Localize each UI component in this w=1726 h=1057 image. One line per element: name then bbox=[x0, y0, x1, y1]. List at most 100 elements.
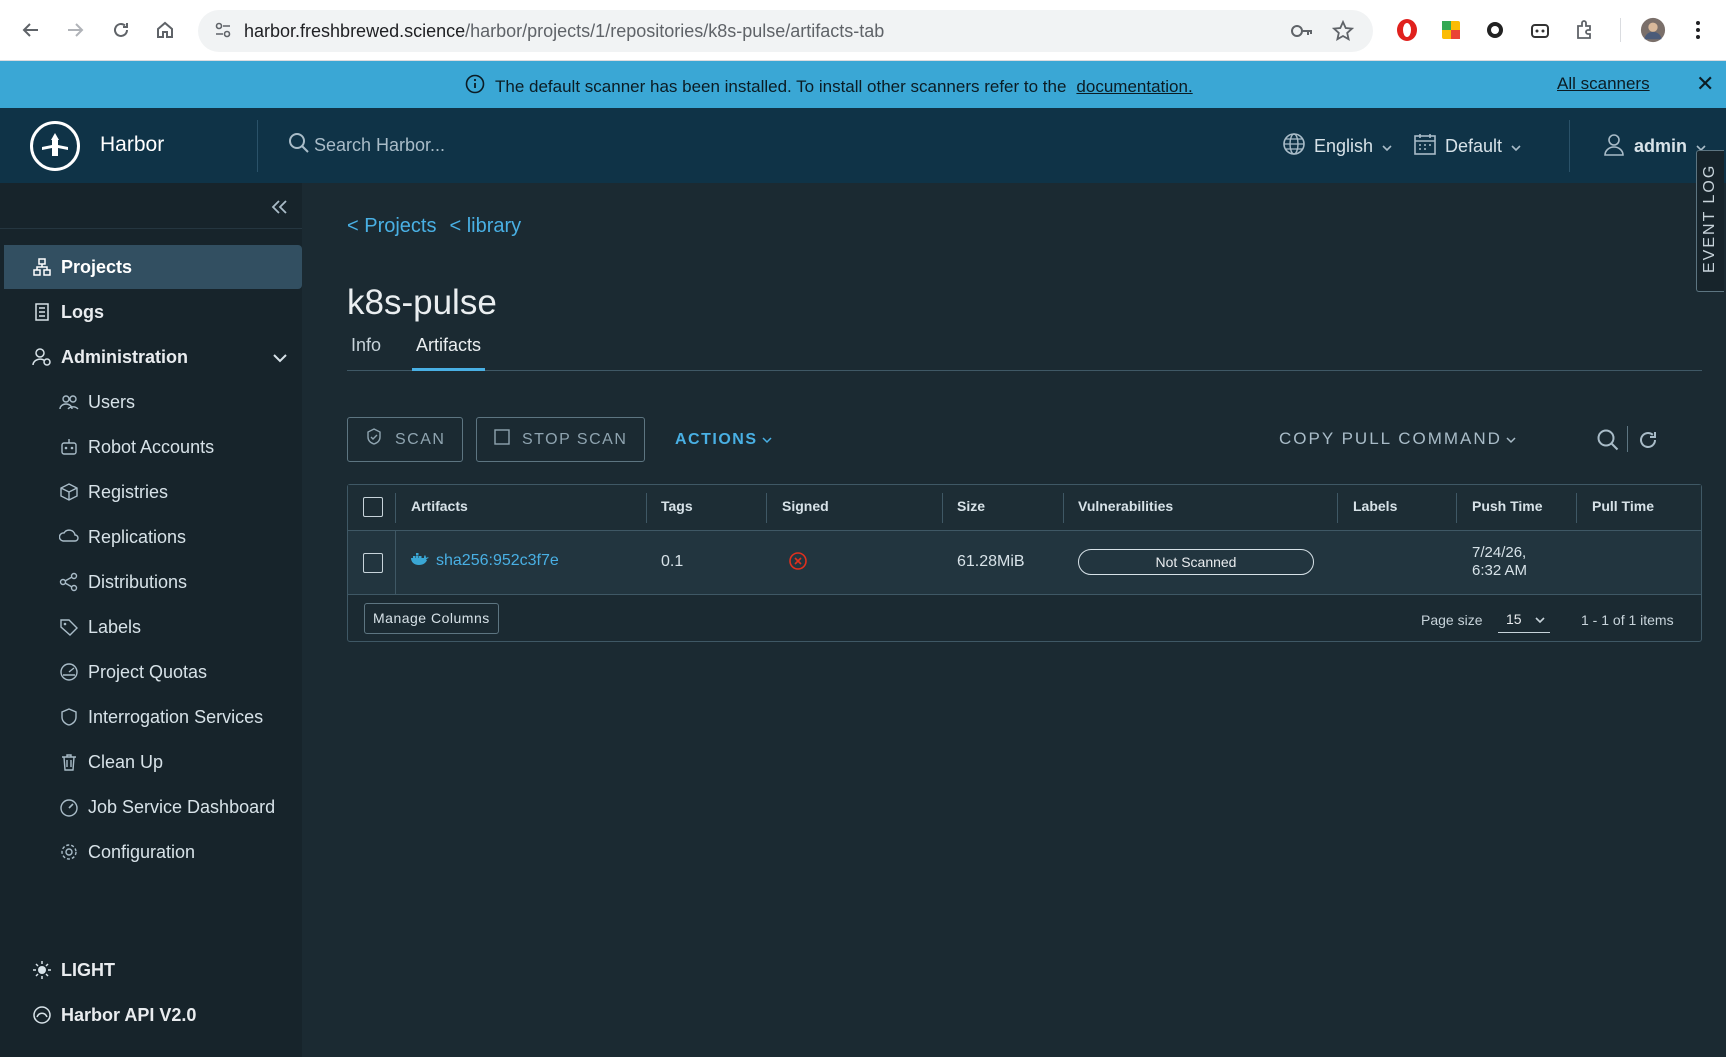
sidebar-item-configuration[interactable]: Configuration bbox=[4, 830, 302, 874]
users-icon bbox=[58, 391, 80, 413]
home-icon[interactable] bbox=[150, 15, 180, 45]
sidebar-item-label: Distributions bbox=[88, 571, 188, 592]
select-all-checkbox[interactable] bbox=[363, 497, 383, 517]
site-settings-icon[interactable] bbox=[214, 21, 232, 44]
profile-avatar[interactable] bbox=[1640, 17, 1666, 43]
column-header-size[interactable]: Size bbox=[957, 498, 985, 514]
manage-columns-button[interactable]: Manage Columns bbox=[364, 603, 499, 634]
column-divider[interactable] bbox=[1063, 493, 1064, 523]
refresh-icon[interactable] bbox=[1635, 427, 1661, 453]
scan-label: SCAN bbox=[395, 430, 446, 448]
column-header-artifacts[interactable]: Artifacts bbox=[411, 498, 468, 514]
actions-dropdown[interactable]: ACTIONS bbox=[675, 431, 772, 449]
sidebar-item-replications[interactable]: Replications bbox=[4, 515, 302, 559]
vulnerability-status-badge[interactable]: Not Scanned bbox=[1078, 549, 1314, 575]
row-checkbox[interactable] bbox=[363, 553, 383, 573]
column-header-tags[interactable]: Tags bbox=[661, 498, 693, 514]
search-icon[interactable] bbox=[1595, 427, 1621, 453]
replications-icon bbox=[58, 526, 80, 548]
search-input[interactable]: Search Harbor... bbox=[314, 135, 445, 156]
breadcrumb-library[interactable]: < library bbox=[449, 215, 521, 238]
gear-icon bbox=[58, 841, 80, 863]
pagination-count: 1 - 1 of 1 items bbox=[1581, 612, 1674, 628]
sidebar-item-project-quotas[interactable]: Project Quotas bbox=[4, 650, 302, 694]
sidebar-item-robot-accounts[interactable]: Robot Accounts bbox=[4, 425, 302, 469]
copy-pull-label: COPY PULL COMMAND bbox=[1279, 429, 1502, 448]
password-key-icon[interactable] bbox=[1290, 21, 1314, 46]
header-divider bbox=[1569, 120, 1570, 172]
color-picker-extension-icon[interactable] bbox=[1438, 17, 1464, 43]
column-divider[interactable] bbox=[1456, 493, 1457, 523]
column-header-labels[interactable]: Labels bbox=[1353, 498, 1397, 514]
all-scanners-link[interactable]: All scanners bbox=[1557, 74, 1650, 94]
event-log-tab[interactable]: EVENT LOG bbox=[1696, 150, 1724, 292]
back-icon[interactable] bbox=[16, 15, 46, 45]
sun-extension-icon[interactable] bbox=[1482, 17, 1508, 43]
extensions-puzzle-icon[interactable] bbox=[1572, 17, 1598, 43]
labels-icon bbox=[58, 616, 80, 638]
sidebar-item-labels[interactable]: Labels bbox=[4, 605, 302, 649]
opera-extension-icon[interactable] bbox=[1394, 17, 1420, 43]
tab-label: Info bbox=[351, 335, 382, 355]
column-divider[interactable] bbox=[646, 493, 647, 523]
info-icon bbox=[465, 74, 485, 99]
chevron-down-icon bbox=[272, 347, 288, 368]
column-header-push-time[interactable]: Push Time bbox=[1472, 498, 1543, 514]
sidebar-item-light-theme[interactable]: LIGHT bbox=[4, 948, 302, 992]
api-icon bbox=[31, 1004, 53, 1026]
sidebar-item-label: Administration bbox=[61, 346, 189, 367]
close-icon[interactable]: ✕ bbox=[1696, 71, 1714, 97]
theme-dropdown[interactable]: Default bbox=[1413, 132, 1522, 161]
sidebar-item-registries[interactable]: Registries bbox=[4, 470, 302, 514]
language-dropdown[interactable]: English bbox=[1282, 132, 1393, 161]
sidebar-item-job-service-dashboard[interactable]: Job Service Dashboard bbox=[4, 785, 302, 829]
dashboard-icon bbox=[58, 796, 80, 818]
copy-pull-command-dropdown[interactable]: COPY PULL COMMAND bbox=[1279, 429, 1516, 449]
page-title: k8s-pulse bbox=[347, 283, 497, 322]
url-path: /harbor/projects/1/repositories/k8s-puls… bbox=[465, 21, 885, 41]
forward-icon[interactable] bbox=[60, 15, 90, 45]
column-divider[interactable] bbox=[1576, 493, 1577, 523]
documentation-link[interactable]: documentation. bbox=[1076, 77, 1192, 97]
bookmark-star-icon[interactable] bbox=[1331, 19, 1355, 47]
column-header-vulnerabilities[interactable]: Vulnerabilities bbox=[1078, 498, 1173, 514]
browser-menu-icon[interactable] bbox=[1685, 17, 1711, 43]
globe-icon bbox=[1282, 132, 1306, 161]
brand-name[interactable]: Harbor bbox=[100, 133, 164, 157]
sidebar-item-distributions[interactable]: Distributions bbox=[4, 560, 302, 604]
sidebar-item-label: Projects bbox=[61, 256, 133, 277]
page-size-select[interactable]: 15 bbox=[1498, 605, 1550, 633]
sidebar-item-clean-up[interactable]: Clean Up bbox=[4, 740, 302, 784]
tab-info[interactable]: Info bbox=[347, 335, 385, 371]
address-bar[interactable]: harbor.freshbrewed.science/harbor/projec… bbox=[198, 10, 1373, 52]
banner-message: The default scanner has been installed. … bbox=[465, 74, 1193, 99]
column-header-pull-time[interactable]: Pull Time bbox=[1592, 498, 1654, 514]
sidebar-item-logs[interactable]: Logs bbox=[4, 290, 302, 334]
global-search[interactable]: Search Harbor... bbox=[288, 132, 445, 159]
sidebar-item-label: Harbor API V2.0 bbox=[61, 1004, 197, 1025]
robot-icon bbox=[58, 436, 80, 458]
scan-button[interactable]: SCAN bbox=[347, 417, 464, 462]
sidebar-item-harbor-api[interactable]: Harbor API V2.0 bbox=[4, 993, 302, 1037]
column-header-signed[interactable]: Signed bbox=[782, 498, 829, 514]
column-divider[interactable] bbox=[1337, 493, 1338, 523]
sidebar-item-users[interactable]: Users bbox=[4, 380, 302, 424]
tab-label: Artifacts bbox=[416, 335, 482, 355]
column-divider[interactable] bbox=[766, 493, 767, 523]
breadcrumb-projects[interactable]: < Projects bbox=[347, 215, 436, 238]
column-divider[interactable] bbox=[942, 493, 943, 523]
artifact-digest-link[interactable]: sha256:952c3f7e bbox=[436, 552, 559, 570]
harbor-logo[interactable] bbox=[30, 121, 80, 171]
user-dropdown[interactable]: admin bbox=[1602, 132, 1707, 161]
robot-extension-icon[interactable] bbox=[1527, 17, 1553, 43]
sidebar-item-interrogation-services[interactable]: Interrogation Services bbox=[4, 695, 302, 739]
reload-icon[interactable] bbox=[106, 15, 136, 45]
table-row[interactable]: sha256:952c3f7e 0.1 61.28MiB Not Scanned… bbox=[348, 531, 1701, 595]
sidebar-item-projects[interactable]: Projects bbox=[4, 245, 302, 289]
stop-scan-button[interactable]: STOP SCAN bbox=[476, 417, 646, 462]
collapse-sidebar-icon[interactable] bbox=[270, 195, 288, 221]
sidebar-item-administration[interactable]: Administration bbox=[4, 335, 302, 379]
tab-artifacts[interactable]: Artifacts bbox=[412, 335, 486, 371]
user-label: admin bbox=[1634, 136, 1688, 156]
sidebar: Projects Logs Administration Users Robot… bbox=[0, 183, 302, 1057]
